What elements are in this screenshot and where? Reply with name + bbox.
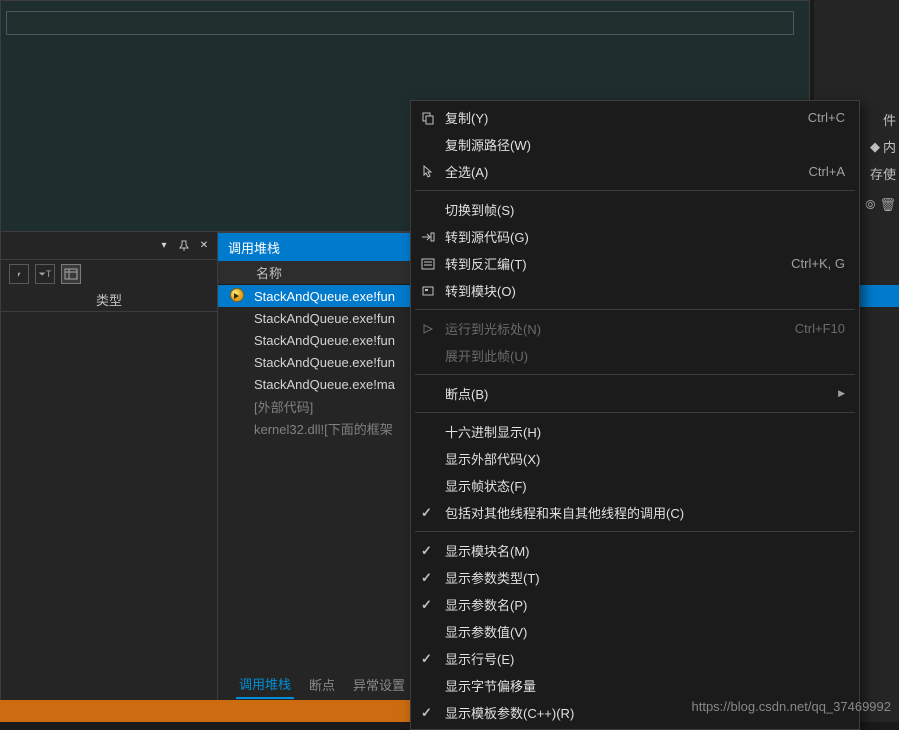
menu-show-param-name[interactable]: ✓ 显示参数名(P) <box>413 591 857 618</box>
menu-run-to-cursor: 运行到光标处(N) Ctrl+F10 <box>413 315 857 342</box>
run-cursor-icon <box>419 320 437 338</box>
label-events-partial: 件 <box>883 110 896 129</box>
tab-exception[interactable]: 异常设置 <box>350 671 408 698</box>
dropdown-icon[interactable]: ▾ <box>156 238 172 254</box>
check-icon: ✓ <box>421 651 435 667</box>
menu-unwind: 展开到此帧(U) <box>413 342 857 369</box>
menu-hex-display[interactable]: 十六进制显示(H) <box>413 418 857 445</box>
menu-select-all[interactable]: 全选(A) Ctrl+A <box>413 158 857 185</box>
close-icon[interactable]: ✕ <box>196 238 212 254</box>
menu-goto-disasm[interactable]: 转到反汇编(T) Ctrl+K, G <box>413 250 857 277</box>
menu-show-byte-offset[interactable]: 显示字节偏移量 <box>413 672 857 699</box>
menu-goto-source[interactable]: 转到源代码(G) <box>413 223 857 250</box>
menu-show-frame-state[interactable]: 显示帧状态(F) <box>413 472 857 499</box>
status-bar <box>0 700 410 722</box>
menu-show-line[interactable]: ✓ 显示行号(E) <box>413 645 857 672</box>
trash-icon[interactable]: 🗑 <box>879 197 896 213</box>
separator <box>415 531 855 532</box>
tab-callstack[interactable]: 调用堆栈 <box>236 670 294 699</box>
goto-disasm-icon <box>419 255 437 273</box>
submenu-arrow-icon: ▶ <box>838 388 845 399</box>
camera-icon[interactable]: ⦾ <box>865 197 875 213</box>
filter-icon-1[interactable]: ⎖ <box>9 264 29 284</box>
check-icon: ✓ <box>421 705 435 721</box>
separator <box>415 412 855 413</box>
menu-copy-path[interactable]: 复制源路径(W) <box>413 131 857 158</box>
bottom-tabs: 调用堆栈 断点 异常设置 <box>218 670 408 698</box>
separator <box>415 374 855 375</box>
tab-breakpoints[interactable]: 断点 <box>306 671 338 698</box>
filter-icon-3[interactable] <box>61 264 81 284</box>
menu-include-calls[interactable]: ✓ 包括对其他线程和来自其他线程的调用(C) <box>413 499 857 526</box>
separator <box>415 190 855 191</box>
filter-icon-2[interactable]: ⏷T <box>35 264 55 284</box>
separator <box>415 309 855 310</box>
menu-breakpoint[interactable]: 断点(B) ▶ <box>413 380 857 407</box>
goto-source-icon <box>419 228 437 246</box>
check-icon: ✓ <box>421 597 435 613</box>
menu-show-param-type[interactable]: ✓ 显示参数类型(T) <box>413 564 857 591</box>
check-icon: ✓ <box>421 543 435 559</box>
watermark: https://blog.csdn.net/qq_37469992 <box>692 699 892 714</box>
editor-input-box[interactable] <box>6 11 794 35</box>
goto-module-icon <box>419 282 437 300</box>
menu-show-external[interactable]: 显示外部代码(X) <box>413 445 857 472</box>
menu-show-module[interactable]: ✓ 显示模块名(M) <box>413 537 857 564</box>
pin-icon[interactable] <box>176 238 192 254</box>
icon-row: ⎖ ⏷T <box>1 260 217 288</box>
column-header-type[interactable]: 类型 <box>1 288 217 312</box>
check-icon: ✓ <box>421 505 435 521</box>
menu-switch-frame[interactable]: 切换到帧(S) <box>413 196 857 223</box>
panel-toolbar: ▾ ✕ <box>1 232 217 260</box>
menu-goto-module[interactable]: 转到模块(O) <box>413 277 857 304</box>
label-mem-partial: 内 <box>883 137 896 156</box>
diamond-icon: ◆ <box>870 139 880 155</box>
label-mem2: 存使 <box>870 164 896 183</box>
context-menu: 复制(Y) Ctrl+C 复制源路径(W) 全选(A) Ctrl+A 切换到帧(… <box>410 100 860 730</box>
copy-icon <box>419 109 437 127</box>
cursor-icon <box>419 163 437 181</box>
check-icon: ✓ <box>421 570 435 586</box>
left-panel: ▾ ✕ ⎖ ⏷T 类型 <box>0 232 218 722</box>
menu-show-param-value[interactable]: 显示参数值(V) <box>413 618 857 645</box>
current-frame-icon <box>230 288 246 304</box>
menu-copy[interactable]: 复制(Y) Ctrl+C <box>413 104 857 131</box>
right-selected-indicator <box>855 285 899 307</box>
